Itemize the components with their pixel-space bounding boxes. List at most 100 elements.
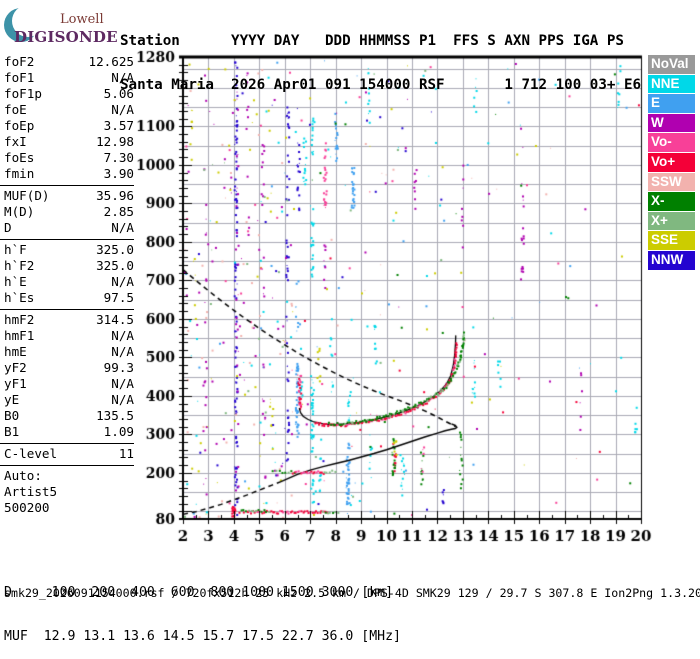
param-label: D — [4, 220, 12, 235]
param-label: foF2 — [4, 54, 35, 69]
param-value: N/A — [111, 344, 134, 359]
param-value: 325.0 — [96, 242, 134, 257]
legend-chip-x: X+ — [648, 211, 695, 231]
panel-divider — [0, 309, 134, 310]
panel-divider — [0, 185, 134, 186]
param-row: foF1 N/A — [4, 70, 134, 86]
param-row: 500200 — [4, 500, 134, 516]
header-line-values: Santa Maria 2026 Apr01 091 154000 RSF 1 … — [120, 76, 642, 93]
param-label: h`F — [4, 242, 27, 257]
param-row: h`F2 325.0 — [4, 258, 134, 274]
param-value: N/A — [111, 70, 134, 85]
param-label: yE — [4, 392, 20, 407]
param-label: fxI — [4, 134, 27, 149]
header-block: Station YYYY DAY DDD HHMMSS P1 FFS S AXN… — [120, 5, 641, 107]
param-row: Auto: — [4, 468, 134, 484]
param-value: 5.06 — [103, 86, 134, 101]
param-label: foF1p — [4, 86, 42, 101]
param-label: foF1 — [4, 70, 35, 85]
legend-chip-ssw: SSW — [648, 172, 695, 192]
param-label: M(D) — [4, 204, 35, 219]
param-row: B0 135.5 — [4, 408, 134, 424]
param-value: N/A — [111, 274, 134, 289]
logo-digisonde-text: DIGISONDE — [14, 28, 118, 46]
lowell-digisonde-logo: Lowell DIGISONDE — [2, 2, 118, 50]
param-value: 99.3 — [103, 360, 134, 375]
muf-row: MUF 12.9 13.1 13.6 14.5 15.7 17.5 22.7 3… — [4, 628, 401, 644]
doppler-direction-legend: NoVal NNE E W Vo- Vo+ SSW X- X+ SSE NNW — [648, 55, 695, 271]
param-label: B0 — [4, 408, 20, 423]
param-row: M(D) 2.85 — [4, 204, 134, 220]
param-value: 12.98 — [96, 134, 134, 149]
param-row: MUF(D) 35.96 — [4, 188, 134, 204]
param-value: N/A — [111, 102, 134, 117]
param-label: yF1 — [4, 376, 27, 391]
param-label: Auto: — [4, 468, 42, 483]
param-value: N/A — [111, 392, 134, 407]
header-line-columns: Station YYYY DAY DDD HHMMSS P1 FFS S AXN… — [120, 33, 624, 49]
legend-chip-e: E — [648, 94, 695, 113]
legend-chip-w: W — [648, 113, 695, 133]
param-label: yF2 — [4, 360, 27, 375]
param-row: yE N/A — [4, 392, 134, 408]
param-label: Artist5 — [4, 484, 58, 499]
param-row: h`Es 97.5 — [4, 290, 134, 306]
param-value: 135.5 — [96, 408, 134, 423]
legend-chip-nnw: NNW — [648, 250, 695, 270]
ionogram-app: { "logo": {"line1": "Lowell", "line2": "… — [0, 0, 700, 643]
param-row: hmF1 N/A — [4, 328, 134, 344]
param-label: h`Es — [4, 290, 35, 305]
param-label: foEp — [4, 118, 35, 133]
param-value: N/A — [111, 328, 134, 343]
param-value: 314.5 — [96, 312, 134, 327]
status-bar: smk29_2026091154000.rsf / 720fx512h 25 k… — [4, 586, 700, 600]
param-label: hmE — [4, 344, 27, 359]
param-row: hmF2 314.5 — [4, 312, 134, 328]
param-label: foE — [4, 102, 27, 117]
param-label: h`E — [4, 274, 27, 289]
param-row: foE N/A — [4, 102, 134, 118]
param-label: h`F2 — [4, 258, 35, 273]
param-row: foF2 12.625 — [4, 54, 134, 70]
legend-chip-vo: Vo+ — [648, 152, 695, 172]
param-row: fxI 12.98 — [4, 134, 134, 150]
legend-chip-nne: NNE — [648, 74, 695, 94]
scaled-parameters-panel: foF2 12.625 foF1 N/A foF1p 5.06 foE N/A foEp 3.57… — [0, 54, 134, 516]
param-label: B1 — [4, 424, 20, 439]
param-value: 3.57 — [103, 118, 134, 133]
param-label: C-level — [4, 446, 58, 461]
param-row: yF2 99.3 — [4, 360, 134, 376]
param-value: 1.09 — [103, 424, 134, 439]
param-label: hmF2 — [4, 312, 35, 327]
param-label: MUF(D) — [4, 188, 50, 203]
legend-chip-x: X- — [648, 192, 695, 211]
legend-chip-noval: NoVal — [648, 55, 695, 74]
param-value: 7.30 — [103, 150, 134, 165]
param-row: C-level 11 — [4, 446, 134, 462]
param-value: 12.625 — [88, 54, 135, 69]
param-row: foF1p 5.06 — [4, 86, 134, 102]
panel-divider — [0, 465, 134, 466]
legend-chip-vo: Vo- — [648, 133, 695, 152]
param-value: 3.90 — [103, 166, 134, 181]
panel-divider — [0, 443, 134, 444]
param-label: 500200 — [4, 500, 50, 515]
param-value: N/A — [111, 376, 134, 391]
distance-muf-table: D 100 200 400 600 800 1000 1500 3000 [km… — [4, 557, 401, 659]
param-row: hmE N/A — [4, 344, 134, 360]
param-value: 35.96 — [96, 188, 134, 203]
legend-chip-sse: SSE — [648, 231, 695, 250]
param-value: N/A — [111, 220, 134, 235]
panel-divider — [0, 239, 134, 240]
param-row: fmin 3.90 — [4, 166, 134, 182]
param-value: 97.5 — [103, 290, 134, 305]
logo-lowell-text: Lowell — [60, 12, 104, 27]
param-row: B1 1.09 — [4, 424, 134, 440]
param-row: Artist5 — [4, 484, 134, 500]
param-row: D N/A — [4, 220, 134, 236]
param-row: h`E N/A — [4, 274, 134, 290]
param-label: hmF1 — [4, 328, 35, 343]
param-label: foEs — [4, 150, 35, 165]
param-value: 325.0 — [96, 258, 134, 273]
param-label: fmin — [4, 166, 35, 181]
